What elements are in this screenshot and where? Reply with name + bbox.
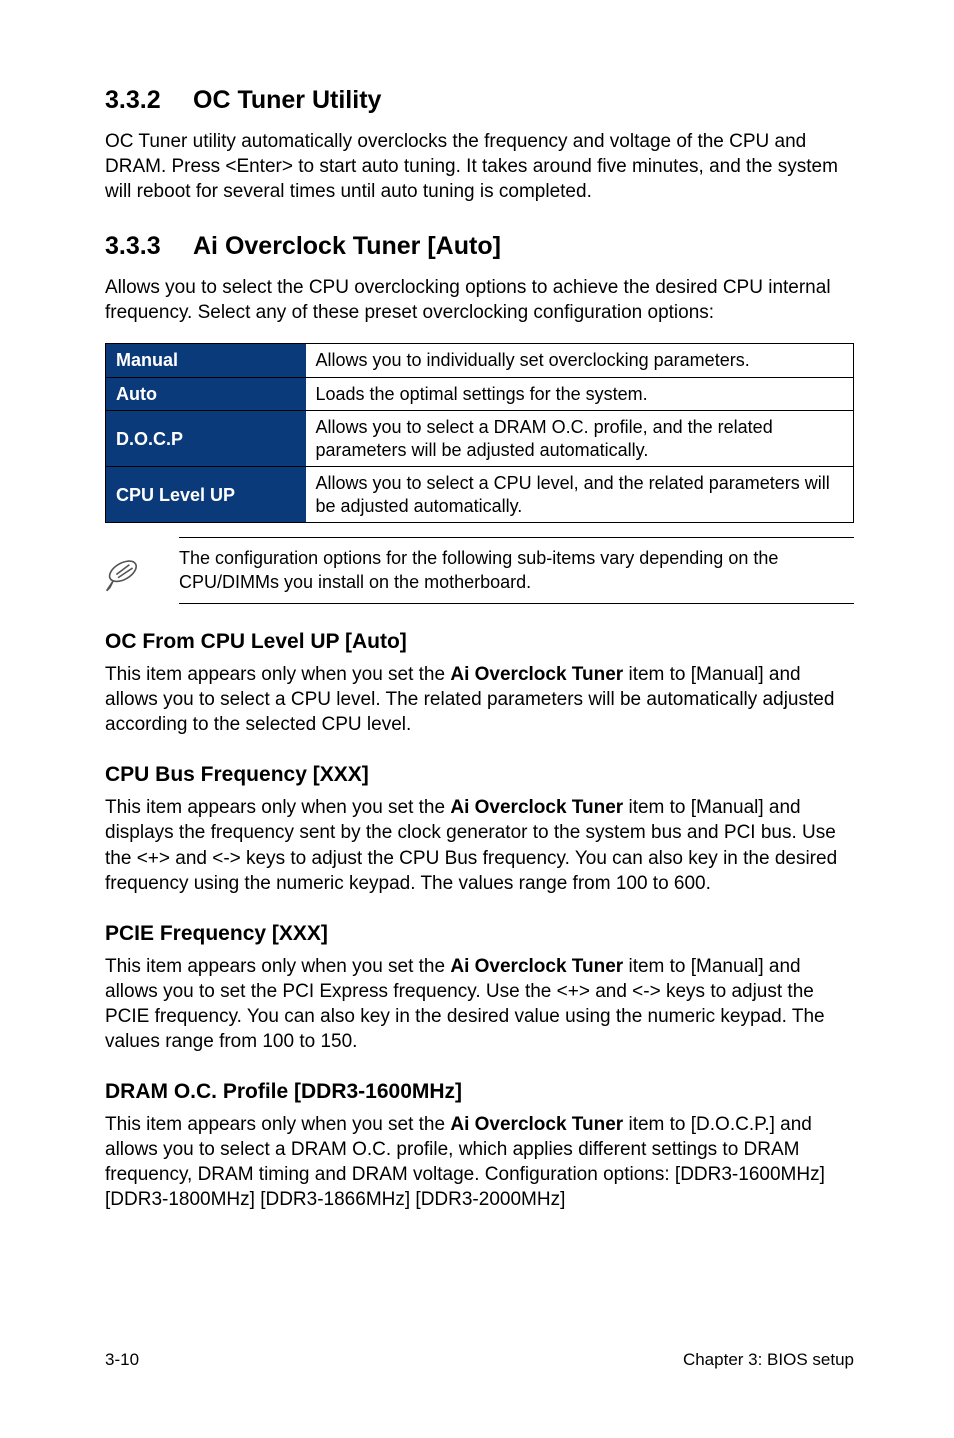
option-desc-cpulvl: Allows you to select a CPU level, and th…	[306, 467, 854, 523]
option-desc-auto: Loads the optimal settings for the syste…	[306, 377, 854, 411]
section-body-ai-oc-tuner: Allows you to select the CPU overclockin…	[105, 275, 854, 325]
table-row: D.O.C.P Allows you to select a DRAM O.C.…	[106, 411, 854, 467]
option-label-docp: D.O.C.P	[106, 411, 306, 467]
table-row: Auto Loads the optimal settings for the …	[106, 377, 854, 411]
option-desc-docp: Allows you to select a DRAM O.C. profile…	[306, 411, 854, 467]
section-heading-oc-tuner: 3.3.2OC Tuner Utility	[105, 86, 854, 115]
note-box: The configuration options for the follow…	[105, 537, 854, 604]
section-heading-ai-oc-tuner: 3.3.3Ai Overclock Tuner [Auto]	[105, 232, 854, 261]
section-title: Ai Overclock Tuner [Auto]	[193, 232, 501, 260]
section-number: 3.3.2	[105, 86, 193, 115]
section-number: 3.3.3	[105, 232, 193, 261]
chapter-label: Chapter 3: BIOS setup	[683, 1350, 854, 1370]
page-number: 3-10	[105, 1350, 139, 1370]
subsection-body-dram-oc: This item appears only when you set the …	[105, 1112, 854, 1212]
subsection-heading-cpu-bus: CPU Bus Frequency [XXX]	[105, 763, 854, 787]
table-row: CPU Level UP Allows you to select a CPU …	[106, 467, 854, 523]
section-body-oc-tuner: OC Tuner utility automatically overclock…	[105, 129, 854, 204]
page-footer: 3-10 Chapter 3: BIOS setup	[105, 1350, 854, 1370]
options-table: Manual Allows you to individually set ov…	[105, 343, 854, 523]
option-desc-manual: Allows you to individually set overclock…	[306, 344, 854, 378]
section-title: OC Tuner Utility	[193, 86, 381, 114]
subsection-body-pcie: This item appears only when you set the …	[105, 954, 854, 1054]
subsection-heading-pcie: PCIE Frequency [XXX]	[105, 922, 854, 946]
option-label-auto: Auto	[106, 377, 306, 411]
subsection-body-cpu-bus: This item appears only when you set the …	[105, 795, 854, 895]
note-text: The configuration options for the follow…	[179, 547, 854, 594]
option-label-cpulvl: CPU Level UP	[106, 467, 306, 523]
note-icon	[105, 542, 157, 599]
subsection-heading-dram-oc: DRAM O.C. Profile [DDR3-1600MHz]	[105, 1080, 854, 1104]
subsection-body-oc-from-cpu: This item appears only when you set the …	[105, 662, 854, 737]
subsection-heading-oc-from-cpu: OC From CPU Level UP [Auto]	[105, 630, 854, 654]
option-label-manual: Manual	[106, 344, 306, 378]
table-row: Manual Allows you to individually set ov…	[106, 344, 854, 378]
